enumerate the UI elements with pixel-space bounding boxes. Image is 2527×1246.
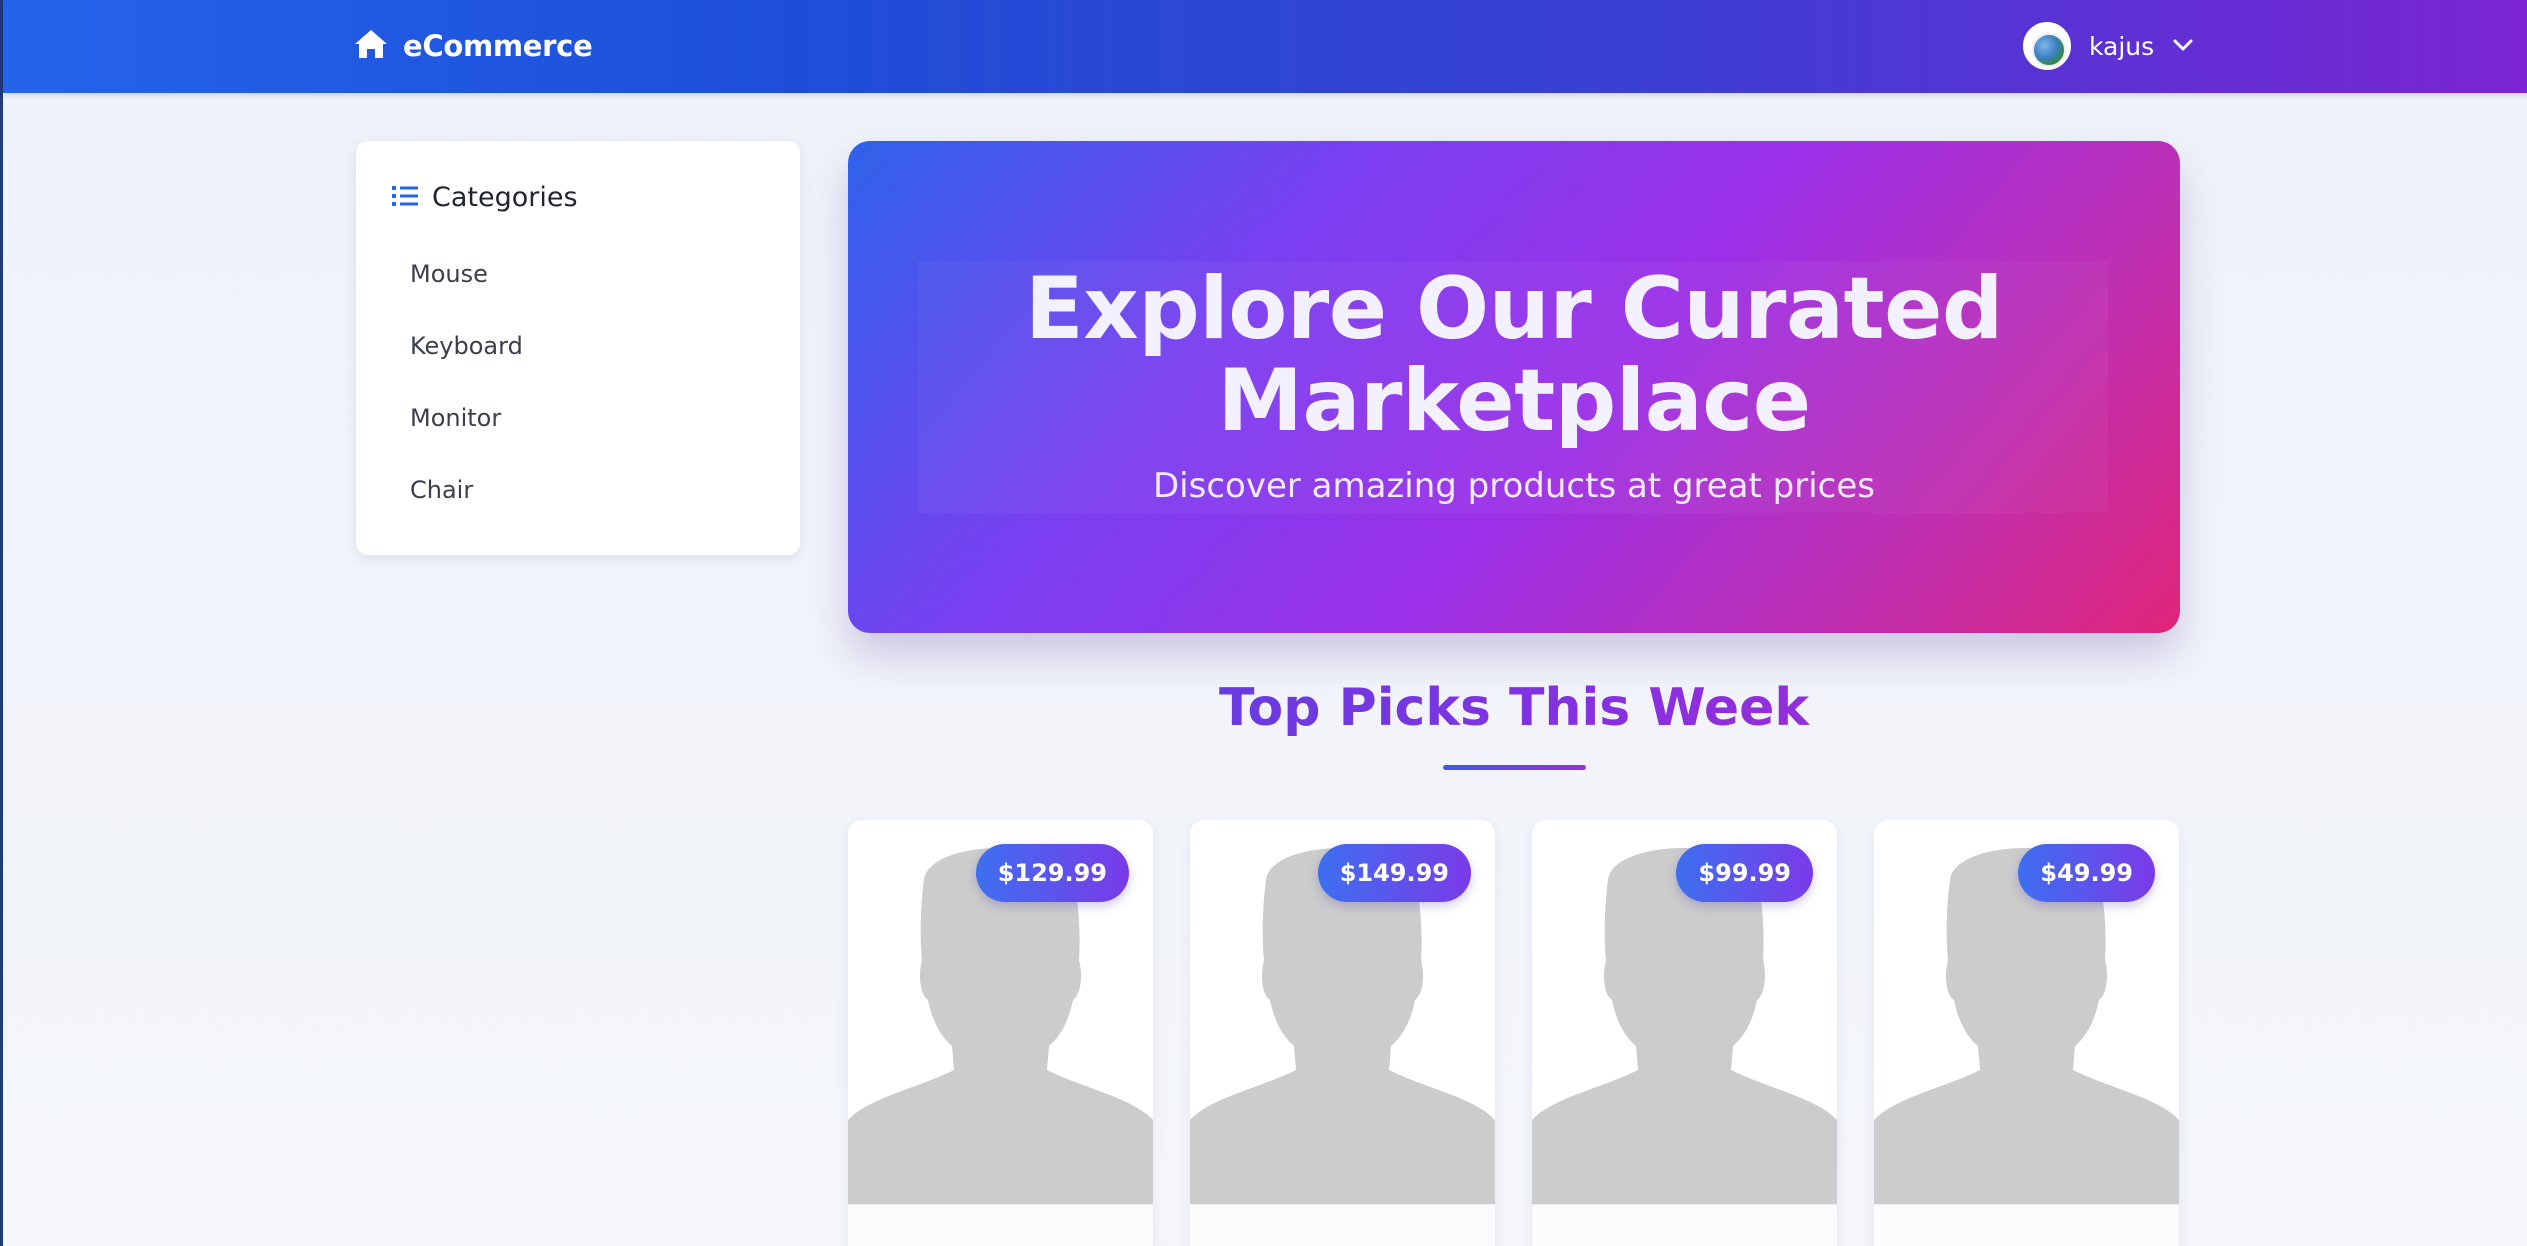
list-icon [392,185,418,211]
categories-header: Categories [392,182,578,213]
hero-title: Explore Our Curated Marketplace [848,263,2180,447]
username: kajus [2089,31,2155,61]
price-badge: $129.99 [975,844,1129,902]
category-item-keyboard[interactable]: Keyboard [410,332,523,360]
product-card-footer [1190,1204,1495,1246]
home-icon [353,28,389,64]
product-card[interactable]: $99.99 [1532,820,1837,1246]
hero-subtitle: Discover amazing products at great price… [1153,466,1875,506]
product-card[interactable]: $129.99 [848,820,1153,1246]
avatar[interactable] [2023,22,2071,70]
brand-link[interactable]: eCommerce [353,25,593,67]
brand-name: eCommerce [403,29,593,63]
hero-banner: Explore Our Curated Marketplace Discover… [848,141,2180,633]
section-title-underline [1443,765,1586,770]
section-title: Top Picks This Week [848,678,2180,738]
product-card-footer [1874,1204,2179,1246]
product-card[interactable]: $149.99 [1190,820,1495,1246]
price-badge: $149.99 [1317,844,1471,902]
price-badge: $49.99 [2018,844,2155,902]
category-item-chair[interactable]: Chair [410,476,473,504]
product-card-footer [1532,1204,1837,1246]
price-badge: $99.99 [1676,844,1813,902]
user-menu[interactable]: kajus [2023,20,2194,72]
hero-title-line2: Marketplace [1217,351,1811,451]
top-navbar: eCommerce kajus [3,0,2527,93]
categories-title: Categories [432,182,578,213]
hero-title-line1: Explore Our Curated [1025,259,2004,359]
categories-panel: Categories Mouse Keyboard Monitor Chair [356,141,800,555]
product-card[interactable]: $49.99 [1874,820,2179,1246]
category-item-mouse[interactable]: Mouse [410,260,488,288]
product-card-footer [848,1204,1153,1246]
category-item-monitor[interactable]: Monitor [410,404,501,432]
chevron-down-icon[interactable] [2172,37,2194,56]
